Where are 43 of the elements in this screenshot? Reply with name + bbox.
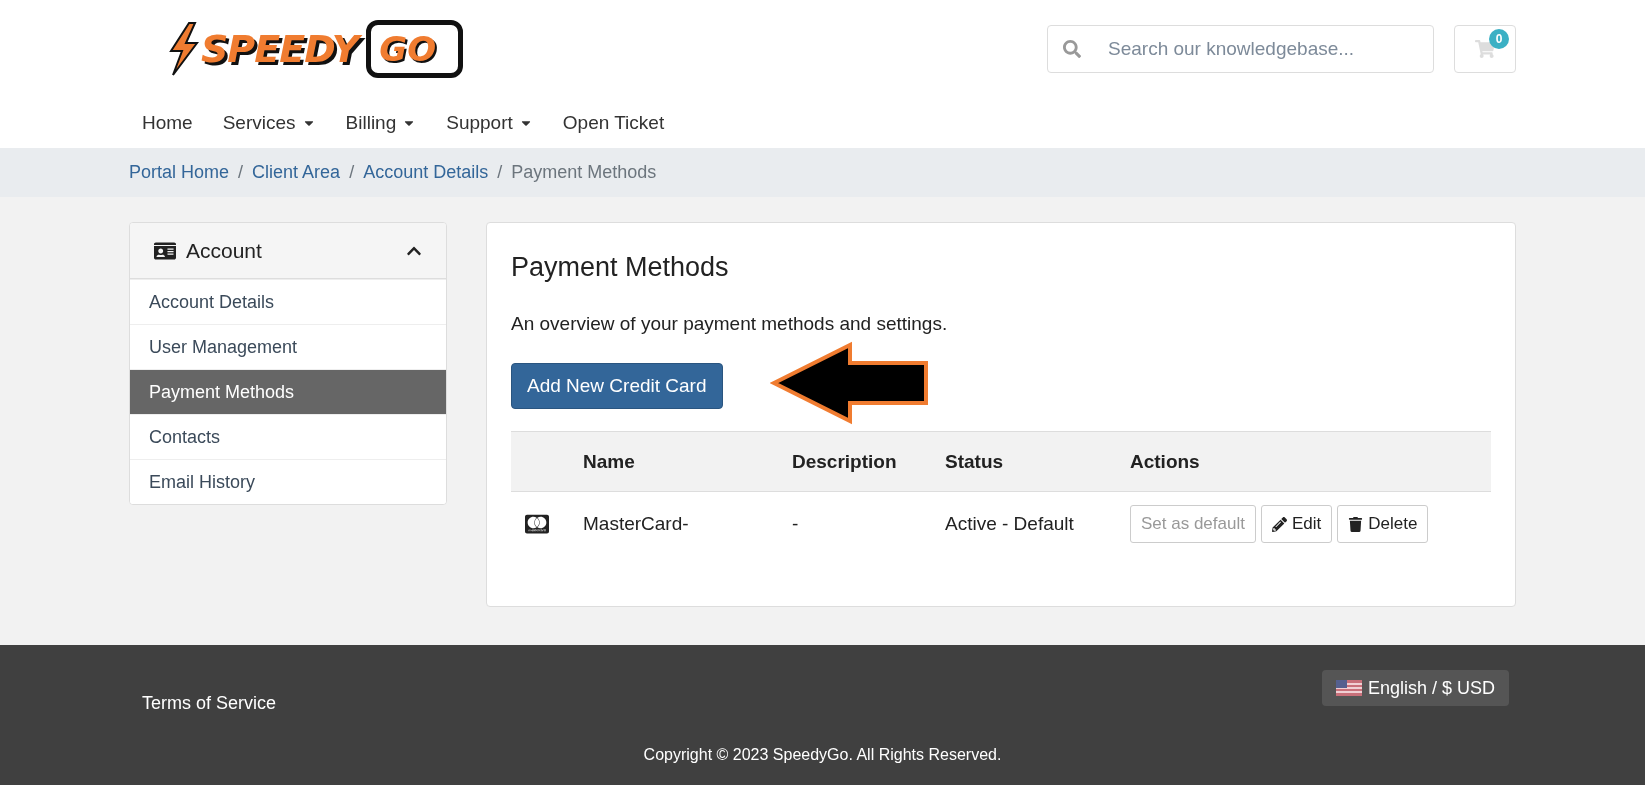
breadcrumb-separator: / [237, 162, 245, 183]
id-card-icon [154, 239, 176, 262]
table-header [511, 431, 583, 492]
card-icon [525, 512, 549, 536]
breadcrumb-link[interactable]: Portal Home [129, 162, 230, 183]
breadcrumb-link[interactable]: Account Details [363, 162, 489, 183]
trash-icon [1348, 516, 1364, 532]
copyright-text: Copyright © 2023 SpeedyGo. All Rights Reserved. [642, 746, 1003, 764]
pencil-icon [1271, 516, 1287, 532]
nav-link[interactable]: Open Ticket [562, 112, 665, 134]
nav-link[interactable]: Billing [345, 112, 417, 134]
cart-count: 0 [1489, 29, 1509, 49]
table-cell-text: - [792, 512, 800, 536]
column-header: Name [583, 431, 792, 492]
column-header: Status [945, 431, 1130, 492]
lightning-icon [167, 21, 201, 77]
sidebar-title: Account [186, 238, 263, 263]
table-cell-text: Active - Default [945, 512, 1075, 536]
nav-link[interactable]: Support [446, 112, 533, 134]
delete-button[interactable]: Delete [1337, 505, 1429, 543]
add-card-button[interactable]: Add New Credit Card [511, 363, 723, 409]
sidebar-item[interactable]: Payment Methods [130, 369, 446, 414]
column-header: Description [792, 431, 945, 492]
search-field[interactable]: Search our knowledgebase... [1047, 25, 1434, 73]
tv-logo: GO [366, 20, 464, 78]
search-icon [1063, 40, 1081, 58]
breadcrumb-current: Payment Methods [511, 162, 657, 183]
column-header: Actions [1130, 431, 1491, 492]
page-title: Payment Methods [511, 252, 730, 283]
sidebar-item[interactable]: Email History [130, 459, 446, 504]
breadcrumb-separator: / [496, 162, 504, 183]
sidebar-header[interactable]: Account [130, 223, 446, 279]
page-description: An overview of your payment methods and settings. [511, 313, 949, 335]
flag-icon [1335, 680, 1362, 696]
nav-link[interactable]: Services [222, 112, 316, 134]
cart-icon [1475, 39, 1495, 59]
nav-link[interactable]: Home [142, 112, 193, 134]
breadcrumb-link[interactable]: Client Area [252, 162, 341, 183]
language-button[interactable]: English / $ USD [1321, 670, 1509, 706]
breadcrumb-separator: / [348, 162, 356, 183]
edit-button[interactable]: Edit [1260, 505, 1333, 543]
table-cell-text: MasterCard- [583, 512, 690, 536]
footer-link[interactable]: Terms of Service [142, 693, 277, 714]
